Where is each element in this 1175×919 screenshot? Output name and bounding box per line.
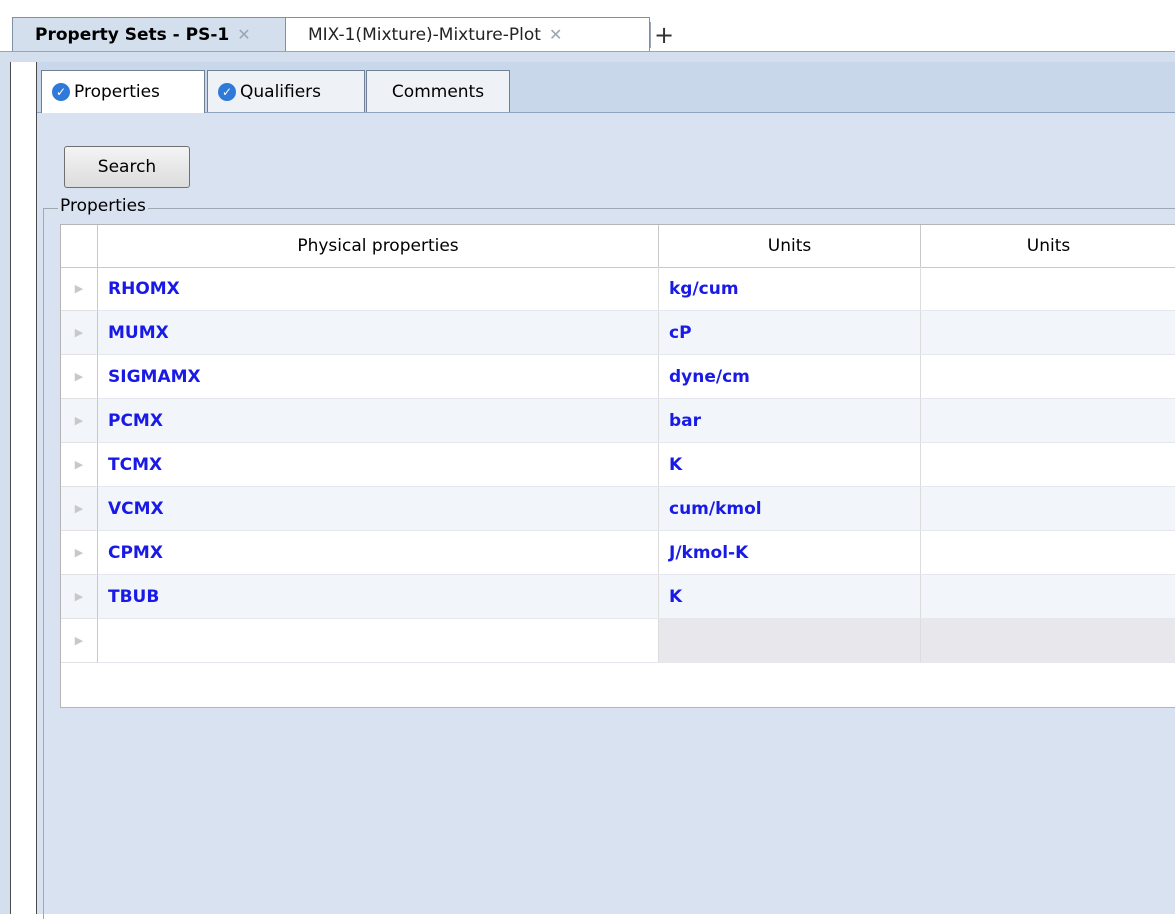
- units-cell[interactable]: cP: [659, 311, 921, 354]
- units-cell[interactable]: bar: [659, 399, 921, 442]
- property-cell[interactable]: RHOMX: [98, 267, 659, 310]
- units-cell[interactable]: J/kmol-K: [659, 531, 921, 574]
- units-cell-2[interactable]: [921, 443, 1175, 486]
- units-cell-2[interactable]: [921, 355, 1175, 398]
- row-selector-arrow-icon[interactable]: ▶: [61, 355, 98, 399]
- row-selector-arrow-icon[interactable]: ▶: [61, 399, 98, 443]
- plus-icon[interactable]: +: [650, 21, 677, 49]
- pane-gutter: [12, 62, 37, 914]
- units-cell-2[interactable]: [921, 531, 1175, 574]
- table-row[interactable]: ▶ CPMX J/kmol-K: [61, 531, 1175, 575]
- doc-tab-label: MIX-1(Mixture)-Mixture-Plot: [308, 24, 541, 45]
- units-cell-2[interactable]: [921, 399, 1175, 442]
- units-cell-2[interactable]: [921, 575, 1175, 618]
- table-row[interactable]: ▶ MUMX cP: [61, 311, 1175, 355]
- table-row[interactable]: ▶ PCMX bar: [61, 399, 1175, 443]
- units-cell-2[interactable]: [921, 267, 1175, 310]
- doc-tab-mixture-plot[interactable]: MIX-1(Mixture)-Mixture-Plot ✕: [285, 17, 650, 51]
- column-header-physical-properties[interactable]: Physical properties: [98, 225, 659, 267]
- checkmark-icon: ✓: [218, 82, 236, 101]
- property-cell[interactable]: VCMX: [98, 487, 659, 530]
- property-cell[interactable]: TCMX: [98, 443, 659, 486]
- row-selector-arrow-icon[interactable]: ▶: [61, 311, 98, 355]
- column-header-units-2[interactable]: Units: [921, 225, 1175, 267]
- row-selector-arrow-icon[interactable]: ▶: [61, 267, 98, 311]
- table-row[interactable]: ▶: [61, 619, 1175, 663]
- document-tab-strip: Property Sets - PS-1 ✕ MIX-1(Mixture)-Mi…: [0, 0, 1175, 52]
- checkmark-icon: ✓: [52, 83, 70, 101]
- pane-edge: [0, 62, 11, 914]
- tab-properties[interactable]: ✓ Properties: [41, 70, 205, 113]
- units-cell-2[interactable]: [921, 311, 1175, 354]
- properties-tab-content: Search Properties Physical properties Un…: [37, 113, 1175, 919]
- table-row[interactable]: ▶ RHOMX kg/cum: [61, 267, 1175, 311]
- property-cell[interactable]: [98, 619, 659, 662]
- property-cell[interactable]: SIGMAMX: [98, 355, 659, 398]
- grid-header: Physical properties Units Units: [61, 225, 1175, 268]
- units-cell[interactable]: dyne/cm: [659, 355, 921, 398]
- row-selector-arrow-icon[interactable]: ▶: [61, 619, 98, 663]
- units-cell[interactable]: K: [659, 443, 921, 486]
- tab-label: Properties: [74, 82, 160, 102]
- column-header-units[interactable]: Units: [659, 225, 921, 267]
- tab-strip-border: [0, 51, 1175, 62]
- row-header-corner: [61, 225, 98, 267]
- tab-comments[interactable]: Comments: [366, 70, 510, 112]
- tab-qualifiers[interactable]: ✓ Qualifiers: [207, 70, 365, 112]
- units-cell[interactable]: K: [659, 575, 921, 618]
- units-cell[interactable]: [659, 619, 921, 662]
- table-row[interactable]: ▶ TCMX K: [61, 443, 1175, 487]
- form-subtabs: ✓ Properties ✓ Qualifiers Comments: [37, 62, 1175, 113]
- property-cell[interactable]: MUMX: [98, 311, 659, 354]
- row-selector-arrow-icon[interactable]: ▶: [61, 531, 98, 575]
- property-cell[interactable]: TBUB: [98, 575, 659, 618]
- row-selector-arrow-icon[interactable]: ▶: [61, 575, 98, 619]
- property-set-form: ✓ Properties ✓ Qualifiers Comments Searc…: [37, 62, 1175, 919]
- property-cell[interactable]: PCMX: [98, 399, 659, 442]
- tab-label: Qualifiers: [240, 81, 322, 102]
- physical-properties-grid: Physical properties Units Units ▶ RHOMX kg…: [60, 224, 1175, 708]
- property-cell[interactable]: CPMX: [98, 531, 659, 574]
- close-icon[interactable]: ✕: [549, 25, 562, 44]
- properties-group-label: Properties: [58, 196, 148, 216]
- units-cell-2[interactable]: [921, 487, 1175, 530]
- tab-label: Comments: [391, 81, 485, 102]
- units-cell[interactable]: kg/cum: [659, 267, 921, 310]
- table-row[interactable]: ▶ TBUB K: [61, 575, 1175, 619]
- row-selector-arrow-icon[interactable]: ▶: [61, 487, 98, 531]
- units-cell-2[interactable]: [921, 619, 1175, 662]
- table-row[interactable]: ▶ SIGMAMX dyne/cm: [61, 355, 1175, 399]
- doc-tab-property-sets[interactable]: Property Sets - PS-1 ✕: [12, 17, 289, 51]
- row-selector-arrow-icon[interactable]: ▶: [61, 443, 98, 487]
- search-button[interactable]: Search: [64, 146, 190, 188]
- doc-tab-label: Property Sets - PS-1: [35, 24, 230, 45]
- table-row[interactable]: ▶ VCMX cum/kmol: [61, 487, 1175, 531]
- units-cell[interactable]: cum/kmol: [659, 487, 921, 530]
- close-icon[interactable]: ✕: [237, 25, 250, 44]
